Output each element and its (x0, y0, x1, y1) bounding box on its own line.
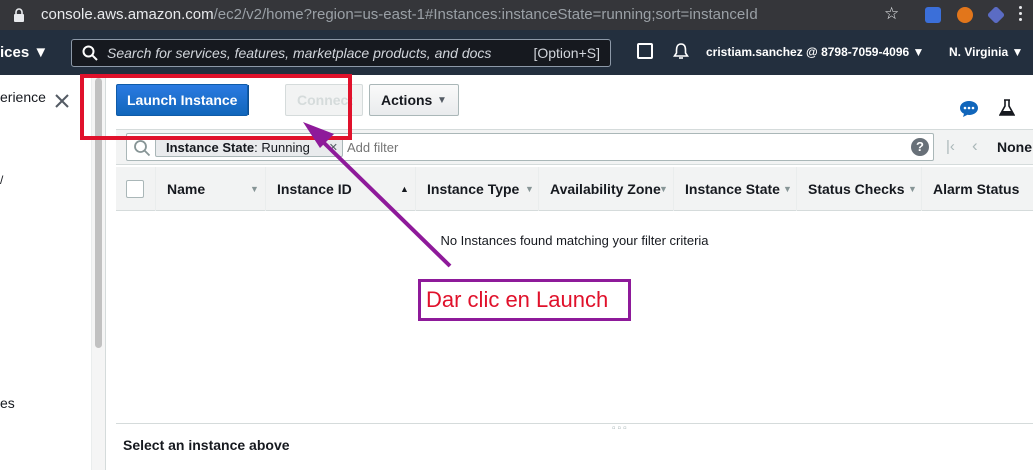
services-menu[interactable]: ices ▼ (0, 44, 48, 61)
column-label: Alarm Status (933, 181, 1020, 197)
remove-filter-icon[interactable]: ✕ (329, 141, 338, 154)
bell-icon[interactable] (672, 42, 690, 60)
column-label: Availability Zone (550, 181, 661, 197)
sidebar-fragment: / (0, 173, 4, 187)
sort-icon: ▼ (783, 184, 792, 194)
column-label: Instance Type (427, 181, 520, 197)
table-header: Name ▼ Instance ID ▲ Instance Type ▼ Availa… (116, 167, 1033, 211)
column-header-availability-zone[interactable]: Availability Zone ▼ (538, 167, 673, 211)
select-instance-message: Select an instance above (123, 437, 290, 453)
annotation-highlight-box (80, 74, 352, 140)
aws-search-input[interactable]: Search for services, features, marketpla… (71, 39, 611, 67)
sidebar: erience / es (0, 75, 92, 470)
column-label: Instance ID (277, 181, 352, 197)
extension-cube-icon[interactable] (986, 5, 1006, 25)
flask-icon[interactable] (999, 99, 1015, 117)
resize-handle[interactable]: ▫▫▫ (612, 423, 629, 434)
column-header-alarm-status[interactable]: Alarm Status (921, 167, 1033, 211)
chevron-down-icon: ▼ (437, 95, 447, 106)
sort-asc-icon: ▲ (400, 184, 409, 194)
extension-fox-icon[interactable] (957, 7, 973, 23)
search-icon (82, 45, 98, 61)
column-header-status-checks[interactable]: Status Checks ▼ (796, 167, 921, 211)
add-filter-input[interactable] (347, 138, 887, 156)
actions-button[interactable]: Actions ▼ (369, 84, 459, 116)
column-header-name[interactable]: Name ▼ (155, 167, 265, 211)
column-label: Status Checks (808, 181, 905, 197)
search-icon (134, 140, 151, 157)
sidebar-title: erience (0, 89, 46, 105)
sort-icon: ▼ (525, 184, 534, 194)
column-header-instance-type[interactable]: Instance Type ▼ (415, 167, 538, 211)
cloudshell-icon[interactable] (637, 43, 653, 59)
region-selector[interactable]: N. Virginia ▼ (949, 45, 1023, 59)
sort-icon: ▼ (908, 184, 917, 194)
filter-token[interactable]: Instance State: Running ✕ (155, 137, 343, 157)
sort-icon: ▼ (659, 184, 668, 194)
filter-token-key: Instance State (166, 140, 255, 155)
column-label: Name (167, 181, 206, 197)
lock-icon (14, 8, 24, 22)
sidebar-item[interactable]: es (0, 395, 15, 411)
details-pane: Select an instance above (116, 423, 1033, 470)
help-icon[interactable]: ? (911, 138, 929, 156)
chat-icon[interactable] (959, 100, 979, 118)
search-placeholder: Search for services, features, marketpla… (107, 45, 492, 61)
previous-page-icon[interactable]: ‹ (972, 136, 978, 156)
bookmark-star-icon[interactable]: ☆ (884, 4, 899, 24)
column-header-instance-id[interactable]: Instance ID ▲ (265, 167, 415, 211)
close-icon[interactable] (54, 93, 70, 109)
filter-token-value: : Running (254, 140, 310, 155)
actions-label: Actions (381, 92, 433, 108)
pagination-label: None (997, 139, 1032, 155)
url-host: console.aws.amazon.com (41, 6, 214, 23)
extension-shield-icon[interactable] (925, 7, 941, 23)
url-path: /ec2/v2/home?region=us-east-1#Instances:… (213, 6, 758, 23)
column-label: Instance State (685, 181, 780, 197)
select-all-checkbox[interactable] (126, 180, 144, 198)
empty-table-message: No Instances found matching your filter … (440, 233, 709, 248)
account-menu[interactable]: cristiam.sanchez @ 8798-7059-4096 ▼ (706, 45, 924, 59)
sort-icon: ▼ (250, 184, 259, 194)
first-page-icon[interactable]: |‹ (946, 138, 955, 155)
url-field[interactable]: console.aws.amazon.com/ec2/v2/home?regio… (41, 6, 758, 23)
browser-menu-icon[interactable] (1019, 6, 1023, 24)
search-shortcut: [Option+S] (533, 45, 600, 61)
browser-address-bar: console.aws.amazon.com/ec2/v2/home?regio… (0, 0, 1033, 30)
annotation-callout: Dar clic en Launch (418, 279, 631, 321)
aws-top-nav: ices ▼ Search for services, features, ma… (0, 30, 1033, 75)
column-header-instance-state[interactable]: Instance State ▼ (673, 167, 796, 211)
